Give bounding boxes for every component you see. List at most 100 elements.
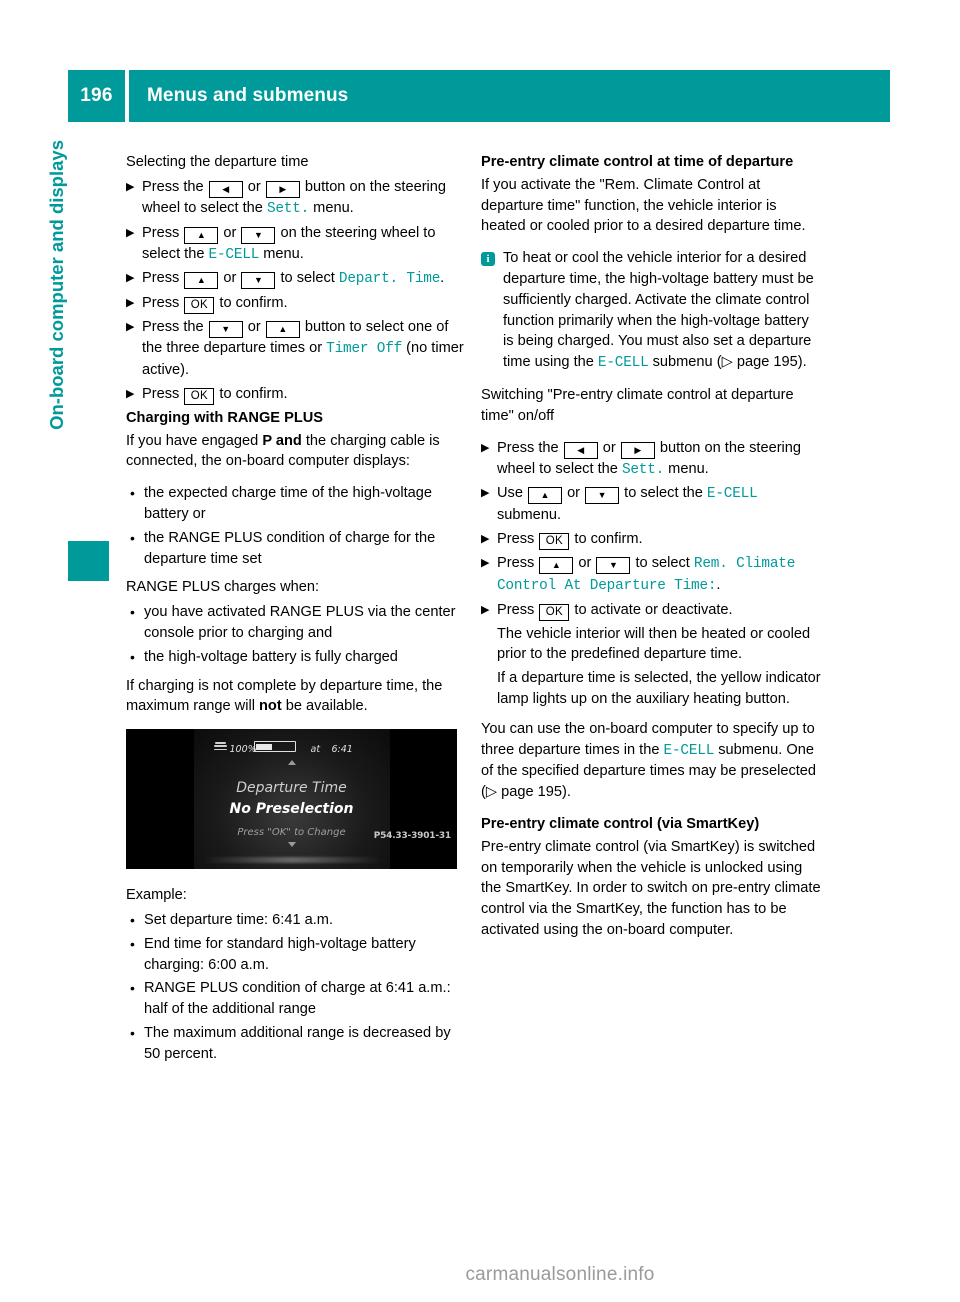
step-arrow-icon: ▶ (126, 272, 135, 285)
step-arrow-icon: ▶ (126, 180, 135, 193)
bullet-item: • you have activated RANGE PLUS via the c… (126, 602, 466, 644)
bullet-text: the high-voltage battery is fully charge… (144, 648, 398, 665)
menu-name: E-CELL (663, 742, 715, 759)
step-arrow-icon: ▶ (481, 532, 490, 545)
step-text: Press OK to confirm. (142, 293, 466, 315)
menu-name: E-CELL (706, 486, 758, 503)
page-number: 196 (68, 70, 125, 122)
bullet-item: • End time for standard high-voltage batt… (126, 934, 466, 976)
step-subtext: The vehicle interior will then be heated… (497, 625, 811, 663)
preentry-departure-heading: Pre-entry climate control at time of dep… (481, 154, 794, 170)
bullet-text: the RANGE PLUS condition of charge for t… (144, 529, 436, 567)
bullet-dot-icon: • (130, 529, 135, 546)
step-arrow-icon: ▶ (126, 226, 135, 239)
step-item: ▶ Press the ▼ or ▲ button to select one o… (126, 317, 466, 381)
down-arrow-icon (287, 842, 296, 848)
smartkey-intro: Pre-entry climate control (via SmartKey)… (481, 838, 821, 938)
up-arrow-icon (287, 760, 296, 766)
display-screen: 100% at 6:41 Departure Time No Preselect… (193, 729, 390, 870)
page-title: Menus and submenus (129, 70, 890, 122)
emphasis-text: not (259, 698, 282, 715)
bullet-item: • The maximum additional range is decreas… (126, 1023, 466, 1065)
switching-heading: Switching "Pre-entry climate control at … (481, 386, 794, 424)
menu-name: Sett. (266, 200, 310, 217)
bullet-item: • RANGE PLUS condition of charge at 6:41 … (126, 978, 466, 1020)
step-text: Press the ◀ or ▶ button on the steering … (497, 439, 802, 478)
step-arrow-icon: ▶ (126, 321, 135, 334)
menu-name: Timer Off (326, 341, 403, 358)
steering-wheel-key-icon: ▼ (208, 321, 243, 339)
step-item: ▶ Press ▲ or ▼ to select Rem. Climate Con… (481, 553, 821, 597)
step-item: ▶ Press ▲ or ▼ on the steering wheel to s… (126, 223, 466, 266)
step-item: ▶ Press OK to activate or deactivate. (481, 600, 821, 621)
page-header: 196 Menus and submenus (68, 70, 890, 122)
steering-wheel-key-icon: ▼ (596, 556, 631, 574)
step-arrow-icon: ▶ (481, 487, 490, 500)
step-arrow-icon: ▶ (481, 603, 490, 616)
step-item: ▶ Press the ◀ or ▶ button on the steering… (481, 438, 821, 481)
step-text: Press the ◀ or ▶ button on the steering … (142, 178, 447, 217)
incomplete-charge-note: If charging is not complete by departure… (126, 677, 443, 715)
bullet-dot-icon: • (130, 980, 135, 997)
info-icon-wrap: i (481, 248, 503, 374)
chapter-sidebar-label: On-board computer and displays (0, 0, 68, 520)
left-column: Selecting the departure time ▶ Press the … (126, 152, 466, 1068)
step-text: Press ▲ or ▼ to select Depart. Time. (142, 270, 445, 290)
menu-name: Sett. (621, 461, 665, 478)
charging-intro: If you have engaged P and the charging c… (126, 432, 440, 470)
bullet-text: Set departure time: 6:41 a.m. (144, 911, 334, 928)
steering-wheel-key-icon: ▼ (241, 272, 276, 290)
ok-key-icon: OK (539, 532, 570, 550)
emphasis-text: P and (262, 432, 302, 449)
left-heading: Selecting the departure time (126, 154, 309, 170)
bullet-item: • Set departure time: 6:41 a.m. (126, 910, 466, 931)
display-status-bar: 100% at 6:41 (194, 740, 390, 755)
ok-key-icon: OK (184, 387, 215, 405)
charges-when-intro: RANGE PLUS charges when: (126, 579, 320, 596)
page-reference[interactable]: ▷ page 195 (486, 784, 562, 800)
steering-wheel-key-icon: ▲ (184, 226, 219, 244)
example-label: Example: (126, 887, 187, 904)
step-text: Press OK to confirm. (497, 529, 821, 550)
steering-wheel-key-icon: ▶ (265, 180, 300, 198)
step-item: ▶ Press the ◀ or ▶ button on the steering… (126, 177, 466, 220)
figure-code: P54.33-3901-31 (373, 831, 452, 842)
step-text: Press OK to activate or deactivate. (497, 600, 821, 621)
step-text: Use ▲ or ▼ to select the E-CELL submenu. (497, 485, 758, 524)
specify-departure-note: You can use the on-board computer to spe… (481, 720, 817, 801)
step-text: Press ▲ or ▼ to select Rem. Climate Cont… (497, 554, 796, 594)
display-at-label: at (310, 744, 321, 756)
bullet-text: the expected charge time of the high-vol… (144, 485, 433, 522)
example-bullets-list: • Set departure time: 6:41 a.m. • End time … (126, 910, 466, 1065)
bullet-item: • the expected charge time of the high-vo… (126, 483, 466, 525)
switching-steps-list: ▶ Press the ◀ or ▶ button on the steering… (481, 438, 821, 710)
menu-name: E-CELL (597, 355, 649, 372)
steering-wheel-key-icon: ▲ (265, 321, 300, 339)
chapter-sidebar-text: On-board computer and displays (46, 140, 67, 430)
charges-when-bullets-list: • you have activated RANGE PLUS via the c… (126, 602, 466, 667)
steering-wheel-key-icon: ▲ (528, 487, 563, 505)
bullet-text: End time for standard high-voltage batte… (144, 935, 416, 973)
departure-steps-list: ▶ Press the ◀ or ▶ button on the steering… (126, 177, 466, 405)
page-reference[interactable]: ▷ page 195 (722, 354, 798, 370)
step-arrow-icon: ▶ (481, 556, 490, 569)
display-time: 6:41 (331, 744, 353, 756)
display-line-1: Departure Time (236, 780, 347, 797)
display-line-3: Press "OK" to Change (237, 827, 346, 839)
bullet-item: • the RANGE PLUS condition of charge for … (126, 528, 466, 570)
smartkey-heading: Pre-entry climate control (via SmartKey) (481, 815, 760, 832)
bullet-dot-icon: • (130, 911, 135, 928)
steering-wheel-key-icon: ◀ (208, 180, 243, 198)
steering-wheel-key-icon: ▲ (184, 272, 219, 290)
bullet-dot-icon: • (130, 1024, 135, 1041)
step-text: Press ▲ or ▼ on the steering wheel to se… (142, 224, 436, 263)
battery-gauge-icon (253, 741, 296, 753)
info-icon: i (481, 252, 495, 267)
onboard-display-photo: 100% at 6:41 Departure Time No Preselect… (126, 729, 457, 870)
steering-wheel-key-icon: ▲ (539, 556, 574, 574)
info-note-text: To heat or cool the vehicle interior for… (503, 250, 814, 372)
step-text: Press OK to confirm. (142, 384, 466, 405)
step-item: ▶ Press ▲ or ▼ to select Depart. Time. (126, 268, 466, 290)
bullet-text: you have activated RANGE PLUS via the ce… (144, 604, 456, 641)
step-item: ▶ Press OK to confirm. (126, 384, 466, 405)
